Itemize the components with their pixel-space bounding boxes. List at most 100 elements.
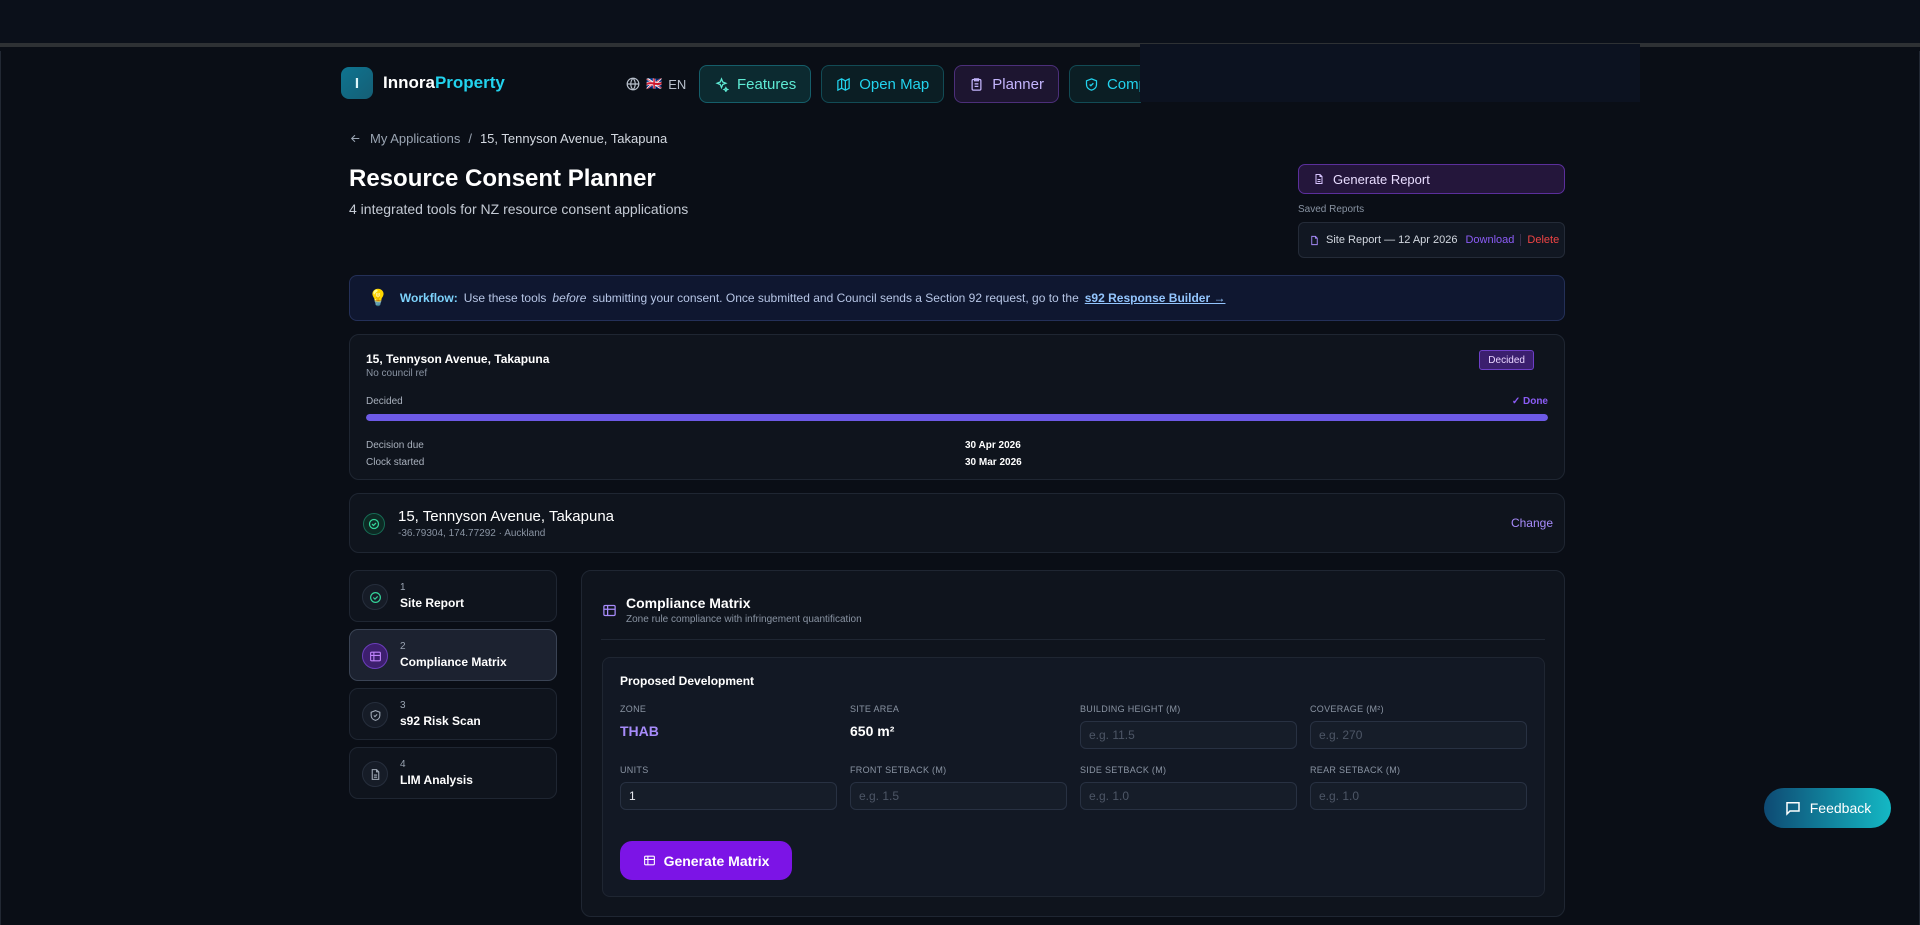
file-icon	[1315, 174, 1323, 184]
rear-setback-input[interactable]	[1310, 782, 1527, 810]
chat-icon	[1786, 802, 1800, 816]
decision-due-label: Decision due	[366, 440, 424, 451]
saved-report-name: Site Report — 12 Apr 2026	[1326, 234, 1458, 246]
proposed-development-form: Proposed Development ZONE THAB SITE AREA…	[602, 657, 1545, 897]
coverage-label: COVERAGE (M²)	[1310, 704, 1384, 714]
step-label: Site Report	[400, 596, 465, 610]
nav-open-map-button[interactable]: Open Map	[821, 65, 945, 103]
shield-icon	[1085, 77, 1098, 91]
nav-dropdown-overlay	[1140, 44, 1640, 102]
brand-logo[interactable]: I InnoraProperty	[341, 67, 505, 99]
section-title: Proposed Development	[620, 674, 755, 688]
table-icon	[643, 855, 655, 866]
breadcrumb-separator: /	[468, 131, 472, 146]
address-title: 15, Tennyson Avenue, Takapuna	[398, 508, 615, 525]
step-number: 1	[400, 582, 406, 593]
browser-top-bar	[0, 0, 1920, 47]
arrow-left-icon[interactable]	[349, 132, 362, 145]
saved-reports-label: Saved Reports	[1298, 204, 1365, 215]
council-ref: No council ref	[366, 368, 428, 379]
building-height-input[interactable]	[1080, 721, 1297, 749]
progress-bar	[366, 414, 1548, 421]
brand-name: InnoraProperty	[383, 73, 505, 92]
workflow-banner: 💡 Workflow: Use these tools before submi…	[349, 275, 1565, 321]
language-flag: 🇬🇧	[646, 76, 663, 91]
workflow-text-1: Use these tools	[463, 291, 547, 305]
table-icon	[603, 604, 616, 617]
selected-address-card: 15, Tennyson Avenue, Takapuna -36.79304,…	[349, 493, 1565, 553]
panel-title: Compliance Matrix	[626, 595, 751, 611]
step-s92-risk-scan[interactable]: 3 s92 Risk Scan	[349, 688, 557, 740]
breadcrumb: My Applications / 15, Tennyson Avenue, T…	[349, 131, 667, 146]
globe-icon	[626, 77, 640, 91]
document-icon	[362, 761, 388, 787]
step-label: Compliance Matrix	[400, 655, 507, 669]
lightbulb-icon: 💡	[368, 290, 388, 307]
units-label: UNITS	[620, 765, 649, 775]
delete-link[interactable]: Delete	[1527, 234, 1559, 246]
progress-fill	[366, 414, 1548, 421]
site-area-value: 650 m²	[850, 723, 895, 739]
divider	[601, 639, 1545, 640]
map-icon	[837, 77, 850, 91]
nav-features-button[interactable]: Features	[699, 65, 812, 103]
logo-badge: I	[341, 67, 373, 99]
step-number: 4	[400, 759, 406, 770]
saved-report-item: Site Report — 12 Apr 2026 Download Delet…	[1298, 222, 1565, 258]
table-icon	[362, 643, 388, 669]
decision-due-value: 30 Apr 2026	[965, 440, 1021, 451]
step-label: LIM Analysis	[400, 773, 473, 787]
check-circle-icon	[362, 584, 388, 610]
check-circle-icon	[363, 513, 385, 535]
language-code: EN	[668, 76, 687, 92]
units-input[interactable]	[620, 782, 837, 810]
side-setback-label: SIDE SETBACK (M)	[1080, 765, 1167, 775]
feedback-button[interactable]: Feedback	[1764, 788, 1891, 828]
front-setback-label: FRONT SETBACK (M)	[850, 765, 947, 775]
nav-compliance-button[interactable]: Compliance	[1068, 65, 1141, 103]
step-site-report[interactable]: 1 Site Report	[349, 570, 557, 622]
download-link[interactable]: Download	[1465, 234, 1514, 246]
step-number: 3	[400, 700, 406, 711]
status-stage: Decided	[366, 396, 403, 407]
clock-started-value: 30 Mar 2026	[965, 457, 1022, 468]
status-done: ✓ Done	[1511, 396, 1548, 407]
clock-started-label: Clock started	[366, 457, 425, 468]
breadcrumb-current: 15, Tennyson Avenue, Takapuna	[479, 131, 668, 146]
zone-value: THAB	[620, 723, 659, 739]
status-badge: Decided	[1479, 350, 1534, 370]
workflow-label: Workflow:	[399, 291, 458, 305]
clipboard-icon	[971, 77, 982, 91]
workflow-text-2: submitting your consent. Once submitted …	[592, 291, 1079, 305]
application-status-card: 15, Tennyson Avenue, Takapuna No council…	[349, 334, 1565, 480]
breadcrumb-my-applications[interactable]: My Applications	[370, 131, 460, 146]
change-address-button[interactable]: Change	[1511, 516, 1553, 530]
compliance-matrix-panel: Compliance Matrix Zone rule compliance w…	[581, 570, 1565, 917]
divider	[1520, 234, 1522, 246]
side-setback-input[interactable]	[1080, 782, 1297, 810]
step-number: 2	[400, 641, 406, 652]
shield-icon	[362, 702, 388, 728]
status-address: 15, Tennyson Avenue, Takapuna	[366, 352, 550, 366]
nav-planner-button[interactable]: Planner	[954, 65, 1059, 103]
step-compliance-matrix[interactable]: 2 Compliance Matrix	[349, 629, 557, 681]
file-icon	[1311, 235, 1318, 245]
sparkle-icon	[715, 76, 729, 92]
main-nav: Features Open Map Planner Compliance	[699, 60, 1141, 110]
coverage-input[interactable]	[1310, 721, 1527, 749]
step-label: s92 Risk Scan	[400, 714, 481, 728]
step-lim-analysis[interactable]: 4 LIM Analysis	[349, 747, 557, 799]
workflow-emphasis: before	[552, 291, 587, 305]
building-height-label: BUILDING HEIGHT (M)	[1080, 704, 1181, 714]
panel-subtitle: Zone rule compliance with infringement q…	[626, 614, 862, 625]
s92-response-builder-link[interactable]: s92 Response Builder →	[1085, 291, 1226, 305]
generate-matrix-button[interactable]: Generate Matrix	[620, 841, 792, 880]
rear-setback-label: REAR SETBACK (M)	[1310, 765, 1401, 775]
site-area-label: SITE AREA	[850, 704, 900, 714]
language-selector[interactable]: 🇬🇧 EN	[626, 76, 686, 92]
page-subtitle: 4 integrated tools for NZ resource conse…	[349, 201, 689, 217]
address-coordinates: -36.79304, 174.77292 · Auckland	[398, 528, 546, 539]
page-title: Resource Consent Planner	[349, 165, 656, 192]
front-setback-input[interactable]	[850, 782, 1067, 810]
generate-report-button[interactable]: Generate Report	[1298, 164, 1565, 194]
